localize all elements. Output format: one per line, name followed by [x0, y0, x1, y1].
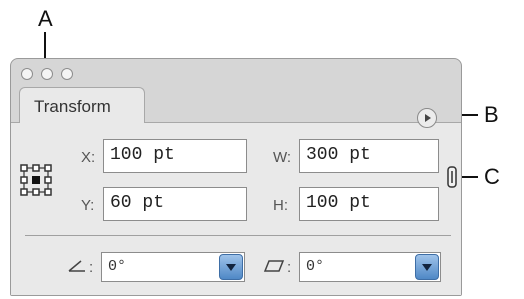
shear-dropdown-button[interactable]	[415, 254, 439, 280]
callout-a-label: A	[38, 6, 53, 31]
zoom-icon[interactable]	[61, 68, 73, 80]
flyout-menu-icon[interactable]	[417, 108, 437, 128]
x-field[interactable]: 100 pt	[103, 139, 247, 173]
y-field[interactable]: 60 pt	[103, 187, 247, 221]
shear-label: :	[287, 259, 292, 276]
shear-angle-icon	[263, 259, 285, 278]
y-label: Y:	[81, 197, 95, 214]
callout-c-line	[462, 176, 478, 178]
section-divider	[25, 235, 451, 236]
constrain-proportions-icon[interactable]	[445, 165, 459, 189]
minimize-icon[interactable]	[41, 68, 53, 80]
transform-panel: Transform X: 100 pt Y: 60 pt W: 300 pt H…	[10, 58, 462, 296]
close-icon[interactable]	[21, 68, 33, 80]
w-field[interactable]: 300 pt	[299, 139, 439, 173]
rotate-dropdown-button[interactable]	[219, 254, 243, 280]
callout-c-label: C	[484, 164, 500, 189]
reference-point-locator-icon[interactable]	[19, 163, 53, 197]
panel-titlebar	[11, 59, 461, 89]
tab-transform-label: Transform	[34, 97, 111, 116]
rotate-label: :	[89, 259, 94, 276]
h-field[interactable]: 100 pt	[299, 187, 439, 221]
w-label: W:	[273, 149, 292, 166]
tab-transform[interactable]: Transform	[19, 87, 145, 123]
rotate-angle-icon	[67, 259, 87, 278]
callout-b-label: B	[484, 102, 499, 127]
x-label: X:	[81, 149, 96, 166]
h-label: H:	[273, 197, 288, 214]
